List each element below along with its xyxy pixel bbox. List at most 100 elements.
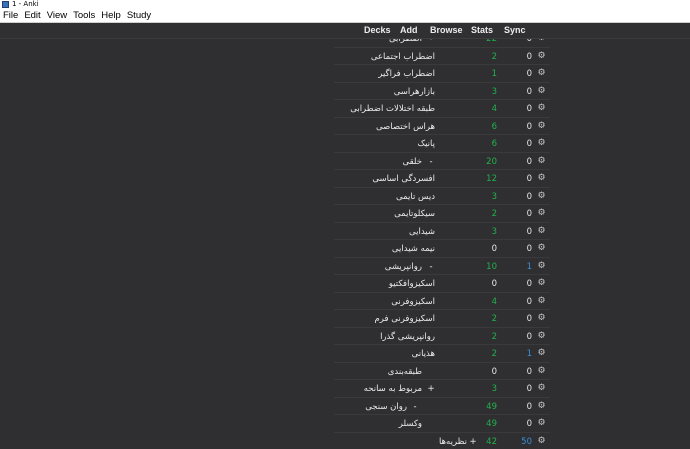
deck-row: روان سنجی - 49 0 ⚙ xyxy=(334,398,550,415)
deck-name-link[interactable]: خلقی xyxy=(403,153,422,170)
deck-name-link[interactable]: افسردگی اساسی xyxy=(372,170,435,187)
toolbar-decks-link[interactable]: Decks xyxy=(364,23,391,38)
window-titlebar: 1 - Anki xyxy=(0,0,690,9)
deck-name-link[interactable]: اسکیزوافکتیو xyxy=(389,275,435,292)
due-count: 2 xyxy=(491,349,497,359)
deck-row: روانپریشی گذرا 2 0 ⚙ xyxy=(334,328,550,345)
deck-options-gear-icon[interactable]: ⚙ xyxy=(537,296,546,306)
deck-options-gear-icon[interactable]: ⚙ xyxy=(537,174,546,183)
new-count: 0 xyxy=(526,86,532,97)
deck-row: هراس اختصاصی 6 0 ⚙ xyxy=(334,118,550,135)
collapse-toggle[interactable]: - xyxy=(427,258,435,275)
deck-options-gear-icon[interactable]: ⚙ xyxy=(537,69,546,78)
deck-options-gear-icon[interactable]: ⚙ xyxy=(537,436,546,446)
deck-name-link[interactable]: مربوط به سانحه xyxy=(364,380,422,397)
deck-name-link[interactable]: اسکیزوفرنی xyxy=(391,293,435,310)
due-count: 0 xyxy=(491,244,497,254)
deck-name-link[interactable]: اضطراب اجتماعی xyxy=(371,48,435,65)
new-count: 0 xyxy=(526,139,532,149)
deck-name-link[interactable]: پانیک xyxy=(418,135,436,152)
due-count: 3 xyxy=(491,226,497,237)
deck-options-gear-icon[interactable]: ⚙ xyxy=(537,314,546,323)
new-count: 1 xyxy=(526,261,532,272)
deck-options-gear-icon[interactable]: ⚙ xyxy=(537,209,546,218)
deck-name-link[interactable]: دیس تایمی xyxy=(396,188,435,205)
new-count: 0 xyxy=(526,174,532,184)
deck-row: نظریه‌ها +42 50 ⚙ xyxy=(334,433,550,449)
deck-options-gear-icon[interactable]: ⚙ xyxy=(537,261,546,271)
deck-name-link[interactable]: هذیانی xyxy=(412,345,435,362)
deck-options-gear-icon[interactable]: ⚙ xyxy=(537,331,546,341)
deck-name-link[interactable]: روان سنجی xyxy=(365,398,407,415)
deck-options-gear-icon[interactable]: ⚙ xyxy=(537,244,546,253)
toolbar-sync-link[interactable]: Sync xyxy=(504,23,526,38)
menu-file[interactable]: File xyxy=(0,9,21,22)
deck-name-link[interactable]: سیکلوتایمی xyxy=(394,205,435,222)
deck-options-gear-icon[interactable]: ⚙ xyxy=(537,366,546,376)
toolbar-stats-link[interactable]: Stats xyxy=(471,23,493,38)
expand-toggle[interactable]: + xyxy=(427,380,435,397)
deck-row: خلقی - 20 0 ⚙ xyxy=(334,153,550,170)
deck-options-gear-icon[interactable]: ⚙ xyxy=(537,104,546,113)
deck-name-link[interactable]: هراس اختصاصی xyxy=(376,118,435,135)
deck-options-gear-icon[interactable]: ⚙ xyxy=(537,139,546,148)
due-count: 2 xyxy=(491,331,497,342)
deck-row: مربوط به سانحه +3 0 ⚙ xyxy=(334,380,550,398)
toolbar-add-link[interactable]: Add xyxy=(400,23,418,38)
due-count: 49 xyxy=(486,401,497,412)
deck-row: اسکیزوافکتیو 0 0 ⚙ xyxy=(334,275,550,293)
deck-options-gear-icon[interactable]: ⚙ xyxy=(537,279,546,288)
deck-list: اضطرابی-220⚙اضطراب اجتماعی20⚙اضطراب فراگ… xyxy=(334,33,550,449)
deck-name-link[interactable]: وکسلر xyxy=(399,415,422,432)
deck-name-link[interactable]: نظریه‌ها xyxy=(439,433,467,449)
deck-options-gear-icon[interactable]: ⚙ xyxy=(537,419,546,428)
new-count: 0 xyxy=(526,209,532,219)
new-count: 0 xyxy=(526,366,532,377)
due-count: 4 xyxy=(491,104,497,114)
deck-options-gear-icon[interactable]: ⚙ xyxy=(537,51,546,61)
due-count: 10 xyxy=(486,261,497,272)
deck-name-link[interactable]: شیدایی xyxy=(409,223,435,240)
deck-name-link[interactable]: روانپریشی xyxy=(385,258,422,275)
due-count: 4 xyxy=(491,296,497,307)
deck-row: اضطراب فراگیر 1 0 ⚙ xyxy=(334,65,550,83)
deck-name-link[interactable]: اسکیزوفرنی فرم xyxy=(375,310,435,327)
deck-row: وکسلر 49 0 ⚙ xyxy=(334,415,550,433)
deck-name-link[interactable]: روانپریشی گذرا xyxy=(380,328,435,345)
due-count: 20 xyxy=(486,156,497,167)
deck-row: طبقه‌بندی 0 0 ⚙ xyxy=(334,363,550,380)
deck-name-link[interactable]: بازارهراسی xyxy=(394,83,435,100)
menu-study[interactable]: Study xyxy=(124,9,154,22)
collapse-toggle[interactable]: - xyxy=(411,398,419,415)
new-count: 0 xyxy=(526,331,532,342)
deck-options-gear-icon[interactable]: ⚙ xyxy=(537,86,546,96)
menu-bar: File Edit View Tools Help Study xyxy=(0,9,690,23)
deck-options-gear-icon[interactable]: ⚙ xyxy=(537,384,546,393)
new-count: 0 xyxy=(526,226,532,237)
due-count: 12 xyxy=(486,174,497,184)
deck-row: اسکیزوفرنی فرم 2 0 ⚙ xyxy=(334,310,550,328)
new-count: 0 xyxy=(526,384,532,394)
due-count: 6 xyxy=(491,121,497,132)
due-count: 2 xyxy=(491,209,497,219)
deck-options-gear-icon[interactable]: ⚙ xyxy=(537,121,546,131)
deck-name-link[interactable]: طبقه اختلالات اضطرابی xyxy=(350,100,435,117)
deck-options-gear-icon[interactable]: ⚙ xyxy=(537,349,546,358)
new-count: 50 xyxy=(521,436,532,447)
collapse-toggle[interactable]: - xyxy=(427,153,435,170)
menu-help[interactable]: Help xyxy=(98,9,124,22)
deck-options-gear-icon[interactable]: ⚙ xyxy=(537,401,546,411)
menu-edit[interactable]: Edit xyxy=(21,9,43,22)
deck-name-link[interactable]: طبقه‌بندی xyxy=(388,363,422,380)
window-title: 1 - Anki xyxy=(12,0,39,8)
deck-row: بازارهراسی 3 0 ⚙ xyxy=(334,83,550,100)
deck-options-gear-icon[interactable]: ⚙ xyxy=(537,156,546,166)
toolbar-browse-link[interactable]: Browse xyxy=(430,23,463,38)
deck-options-gear-icon[interactable]: ⚙ xyxy=(537,226,546,236)
deck-name-link[interactable]: اضطراب فراگیر xyxy=(378,65,435,82)
menu-tools[interactable]: Tools xyxy=(70,9,98,22)
deck-row: دیس تایمی 3 0 ⚙ xyxy=(334,188,550,205)
menu-view[interactable]: View xyxy=(44,9,70,22)
deck-options-gear-icon[interactable]: ⚙ xyxy=(537,191,546,201)
deck-name-link[interactable]: نیمه شیدایی xyxy=(392,240,435,257)
